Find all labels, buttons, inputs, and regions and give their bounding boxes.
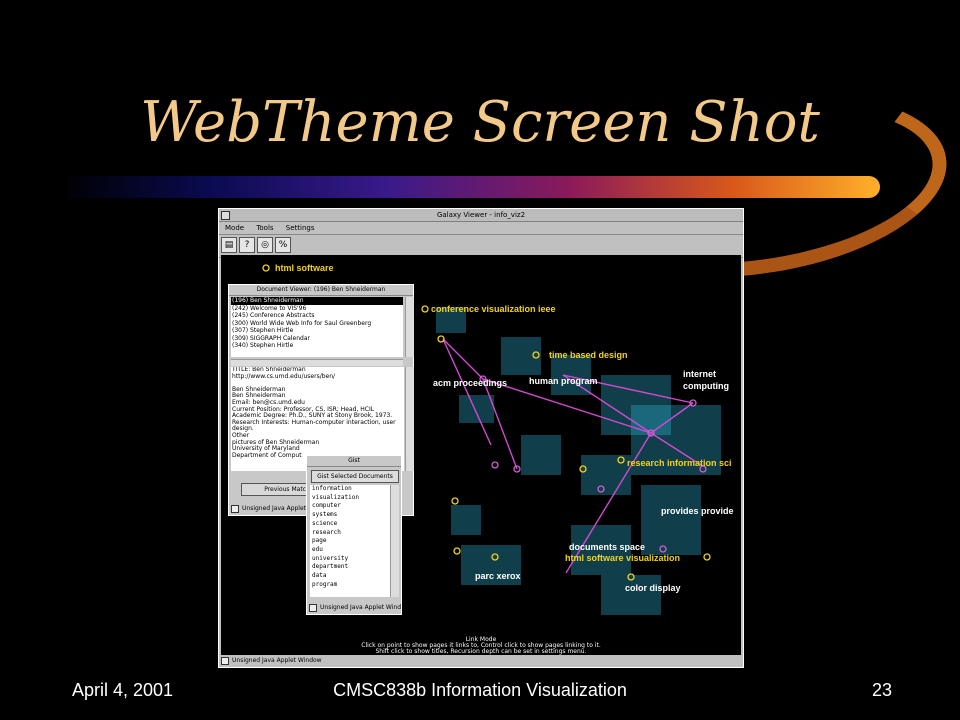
document-viewer-footer: Unsigned Java Applet W bbox=[231, 504, 314, 514]
list-item[interactable]: edu bbox=[312, 546, 390, 555]
list-item[interactable]: program bbox=[312, 581, 390, 590]
label-conference: conference visualization ieee bbox=[431, 304, 556, 314]
document-viewer-title[interactable]: Document Viewer: (196) Ben Shneiderman bbox=[229, 285, 413, 296]
doc-line: http://www.cs.umd.edu/users/ben/ bbox=[232, 372, 336, 380]
window-title: Galaxy Viewer - info_viz2 bbox=[436, 211, 526, 219]
list-item[interactable]: (245) Conference Abstracts bbox=[231, 312, 403, 320]
list-item[interactable]: systems bbox=[312, 511, 390, 520]
doc-line: Research Interests: Human-computer inter… bbox=[232, 418, 396, 426]
node[interactable] bbox=[703, 553, 711, 561]
gist-window: Gist Gist Selected Documents information… bbox=[306, 455, 402, 615]
label-acm: acm proceedings bbox=[433, 378, 507, 388]
slide-title: WebTheme Screen Shot bbox=[140, 90, 820, 155]
applet-warning: Unsigned Java Applet Wind bbox=[320, 604, 402, 611]
label-html-software: html software bbox=[275, 263, 334, 273]
node[interactable] bbox=[453, 547, 461, 555]
label-html-vis: html software visualization bbox=[565, 553, 680, 563]
applet-warning: Unsigned Java Applet W bbox=[242, 505, 314, 512]
link-line bbox=[442, 338, 484, 380]
applet-checkbox bbox=[221, 656, 229, 665]
slide-number: 23 bbox=[871, 680, 892, 700]
gist-word-list[interactable]: information visualization computer syste… bbox=[310, 485, 390, 597]
gist-selected-documents-button[interactable]: Gist Selected Documents bbox=[311, 470, 399, 483]
link-line bbox=[442, 338, 492, 446]
cluster-glow bbox=[459, 395, 494, 423]
cluster-glow bbox=[601, 575, 661, 615]
list-item[interactable]: page bbox=[312, 537, 390, 546]
gist-footer: Unsigned Java Applet Wind bbox=[309, 603, 401, 613]
applet-checkbox bbox=[309, 603, 317, 612]
percent-tool-icon[interactable]: % bbox=[275, 237, 291, 253]
list-item[interactable]: (307) Stephen Hirtle bbox=[231, 327, 403, 335]
menu-settings[interactable]: Settings bbox=[286, 224, 315, 232]
window-titlebar[interactable]: Galaxy Viewer - info_viz2 bbox=[219, 209, 743, 222]
list-item[interactable]: (300) World Wide Web Info for Saul Green… bbox=[231, 320, 403, 328]
node[interactable] bbox=[491, 461, 499, 469]
cluster-glow bbox=[501, 337, 541, 375]
cluster-glow bbox=[641, 485, 701, 555]
applet-warning: Unsigned Java Applet Window bbox=[232, 657, 322, 664]
node[interactable] bbox=[421, 305, 429, 313]
list-hscrollbar[interactable] bbox=[231, 359, 403, 366]
list-item[interactable]: (309) SIGGRAPH Calendar bbox=[231, 335, 403, 343]
help-tool-icon[interactable]: ? bbox=[239, 237, 255, 253]
label-parc: parc xerox bbox=[475, 571, 521, 581]
list-item[interactable]: (242) Welcome to VIS'96 bbox=[231, 305, 403, 313]
list-item[interactable]: science bbox=[312, 520, 390, 529]
list-item[interactable]: visualization bbox=[312, 494, 390, 503]
label-computing: computing bbox=[683, 381, 729, 391]
label-time-based: time based design bbox=[549, 350, 628, 360]
label-color: color display bbox=[625, 583, 681, 593]
label-internet: internet bbox=[683, 369, 716, 379]
list-item[interactable]: (340) Stephen Hirtle bbox=[231, 342, 403, 350]
link-line bbox=[482, 378, 518, 470]
text-scrollbar[interactable] bbox=[405, 367, 414, 471]
close-icon[interactable] bbox=[221, 211, 230, 220]
list-item[interactable]: department bbox=[312, 563, 390, 572]
menubar: Mode Tools Settings bbox=[219, 222, 743, 235]
list-item[interactable]: university bbox=[312, 555, 390, 564]
label-documents: documents space bbox=[569, 542, 645, 552]
window-footer: Unsigned Java Applet Window bbox=[221, 656, 322, 666]
label-human: human program bbox=[529, 376, 598, 386]
link-mode-status: Link Mode Click on point to show pages i… bbox=[221, 637, 741, 655]
cluster-glow bbox=[521, 435, 561, 475]
list-item[interactable]: (196) Ben Shneiderman bbox=[231, 297, 403, 305]
list-item[interactable]: research bbox=[312, 529, 390, 538]
title-swoosh-bar bbox=[60, 176, 880, 198]
doc-line: design. bbox=[232, 425, 254, 433]
applet-checkbox bbox=[231, 504, 239, 513]
gist-scrollbar[interactable] bbox=[390, 485, 399, 597]
list-item[interactable]: data bbox=[312, 572, 390, 581]
menu-tools[interactable]: Tools bbox=[256, 224, 273, 232]
label-provides: provides provide bbox=[661, 506, 734, 516]
node[interactable] bbox=[262, 264, 270, 272]
list-item[interactable]: computer bbox=[312, 502, 390, 511]
menu-mode[interactable]: Mode bbox=[225, 224, 244, 232]
cluster-glow bbox=[451, 505, 481, 535]
node[interactable] bbox=[451, 497, 459, 505]
status-line: Shift click to show titles, Recursion de… bbox=[375, 648, 587, 655]
list-tool-icon[interactable]: ▤ bbox=[221, 237, 237, 253]
list-scrollbar[interactable] bbox=[405, 297, 414, 357]
target-tool-icon[interactable]: ◎ bbox=[257, 237, 273, 253]
slide-course: CMSC838b Information Visualization bbox=[333, 680, 627, 700]
list-item[interactable]: information bbox=[312, 485, 390, 494]
gist-title[interactable]: Gist bbox=[307, 456, 401, 467]
document-list[interactable]: (196) Ben Shneiderman (242) Welcome to V… bbox=[231, 297, 403, 357]
label-research: research information sci bbox=[627, 458, 732, 468]
